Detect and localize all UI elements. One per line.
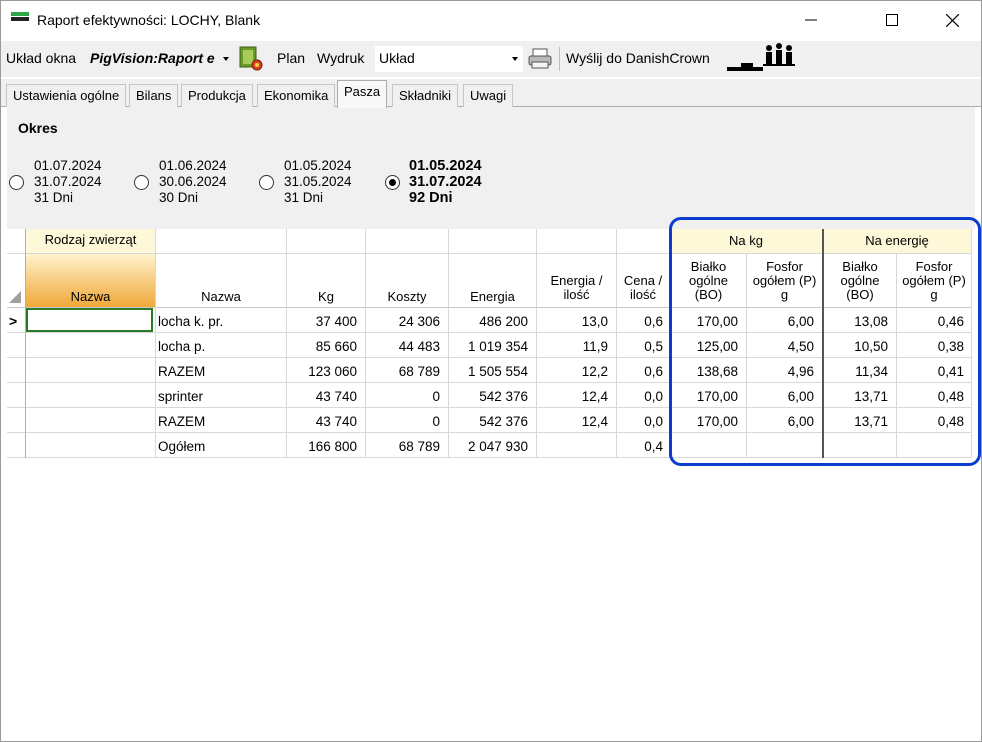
col-header-price-qty[interactable]: Cena / ilość (617, 274, 669, 302)
period-option-1-days: 31 Dni (34, 190, 74, 205)
grid-line (971, 229, 972, 458)
grid-line (7, 357, 971, 358)
feed-grid: Rodzaj zwierząt Na kg Na energię Nazwa N… (7, 229, 975, 739)
group-header-animal-type-label: Rodzaj zwierząt (44, 233, 137, 247)
maximize-button[interactable] (869, 1, 915, 39)
maximize-icon (886, 14, 898, 26)
period-option-3-from: 01.05.2024 (284, 158, 352, 173)
report-settings-button[interactable] (237, 45, 265, 73)
tab-balance[interactable]: Bilans (129, 84, 179, 107)
grid-line (7, 253, 971, 254)
report-window: Raport efektywności: LOCHY, Blank Układ … (0, 0, 982, 742)
group-header-per-kg-label: Na kg (729, 234, 763, 248)
current-row-indicator: > (9, 313, 18, 329)
grid-line (7, 382, 971, 383)
send-danishcrown-button[interactable]: Wyślij do DanishCrown (566, 50, 710, 66)
period-option-4-to: 31.07.2024 (409, 174, 482, 190)
grid-line (7, 332, 971, 333)
layout-dropdown-value: Układ (379, 50, 415, 66)
col-header-energy-phosphor[interactable]: Fosfor ogółem (P) g (897, 260, 971, 302)
podium-button[interactable] (727, 43, 797, 75)
chevron-down-icon (223, 57, 229, 61)
period-panel: Okres 01.07.2024 31.07.2024 31 Dni 01.06… (7, 107, 975, 229)
tab-feed[interactable]: Pasza (337, 80, 388, 108)
tab-production[interactable]: Produkcja (181, 84, 253, 107)
active-cell[interactable] (26, 308, 153, 332)
grid-line (669, 229, 670, 458)
title-bar: Raport efektywności: LOCHY, Blank (1, 1, 981, 39)
group-header-per-energy-label: Na energię (865, 234, 929, 248)
period-option-2-days: 30 Dni (159, 190, 199, 205)
period-option-3-to: 31.05.2024 (284, 174, 352, 189)
minimize-icon (805, 19, 817, 21)
chevron-down-icon (512, 57, 518, 61)
printer-icon (528, 48, 552, 69)
grid-line (7, 457, 971, 458)
period-title: Okres (18, 120, 58, 136)
period-option-4-radio[interactable] (385, 175, 400, 190)
grid-line (25, 229, 26, 458)
col-header-costs[interactable]: Koszty (366, 290, 448, 304)
toolbar: Układ okna PigVision:Raport e Plan Wydru… (1, 41, 981, 77)
tab-economics[interactable]: Ekonomika (257, 84, 336, 107)
tab-ingredients[interactable]: Składniki (392, 84, 459, 107)
tab-bar: Ustawienia ogólne Bilans Produkcja Ekono… (1, 79, 981, 108)
period-option-4-days: 92 Dni (409, 190, 453, 206)
select-all-corner-icon[interactable] (9, 291, 21, 303)
period-option-2-radio[interactable] (134, 175, 149, 190)
plan-button[interactable]: Plan (277, 50, 305, 66)
col-header-name[interactable]: Nazwa (157, 290, 285, 304)
podium-people-icon (727, 43, 795, 71)
tab-notes[interactable]: Uwagi (463, 84, 514, 107)
period-option-3-radio[interactable] (259, 175, 274, 190)
col-header-energy-protein[interactable]: Białko ogólne (BO) (824, 260, 896, 302)
tab-general-settings[interactable]: Ustawienia ogólne (6, 84, 127, 107)
period-option-2-from: 01.06.2024 (159, 158, 227, 173)
print-button[interactable]: Wydruk (317, 50, 364, 66)
grid-line (7, 432, 971, 433)
layout-label: Układ okna (6, 50, 77, 66)
window-title: Raport efektywności: LOCHY, Blank (37, 12, 261, 28)
period-option-1-radio[interactable] (9, 175, 24, 190)
period-option-4-from: 01.05.2024 (409, 158, 482, 174)
close-button[interactable] (929, 1, 975, 39)
toolbar-separator (559, 47, 560, 71)
period-option-2-to: 30.06.2024 (159, 174, 227, 189)
grid-line (7, 407, 971, 408)
period-option-1-to: 31.07.2024 (34, 174, 102, 189)
report-name: PigVision:Raport e (90, 50, 215, 66)
col-header-energy-qty[interactable]: Energia / ilość (537, 274, 616, 302)
col-header-kg-protein[interactable]: Białko ogólne (BO) (671, 260, 746, 302)
minimize-button[interactable] (788, 1, 834, 39)
printer-button[interactable] (527, 47, 553, 71)
report-selector[interactable]: PigVision:Raport e (89, 41, 233, 77)
app-icon (11, 12, 29, 21)
layout-dropdown[interactable]: Układ (375, 46, 523, 72)
left-name-header-label: Nazwa (70, 290, 111, 304)
period-option-3-days: 31 Dni (284, 190, 324, 205)
grid-line (155, 229, 156, 458)
col-header-energy[interactable]: Energia (449, 290, 536, 304)
period-option-1-from: 01.07.2024 (34, 158, 102, 173)
col-header-kg[interactable]: Kg (287, 290, 365, 304)
close-icon (945, 13, 959, 27)
col-header-kg-phosphor[interactable]: Fosfor ogółem (P) g (747, 260, 822, 302)
book-gear-icon (239, 46, 263, 71)
